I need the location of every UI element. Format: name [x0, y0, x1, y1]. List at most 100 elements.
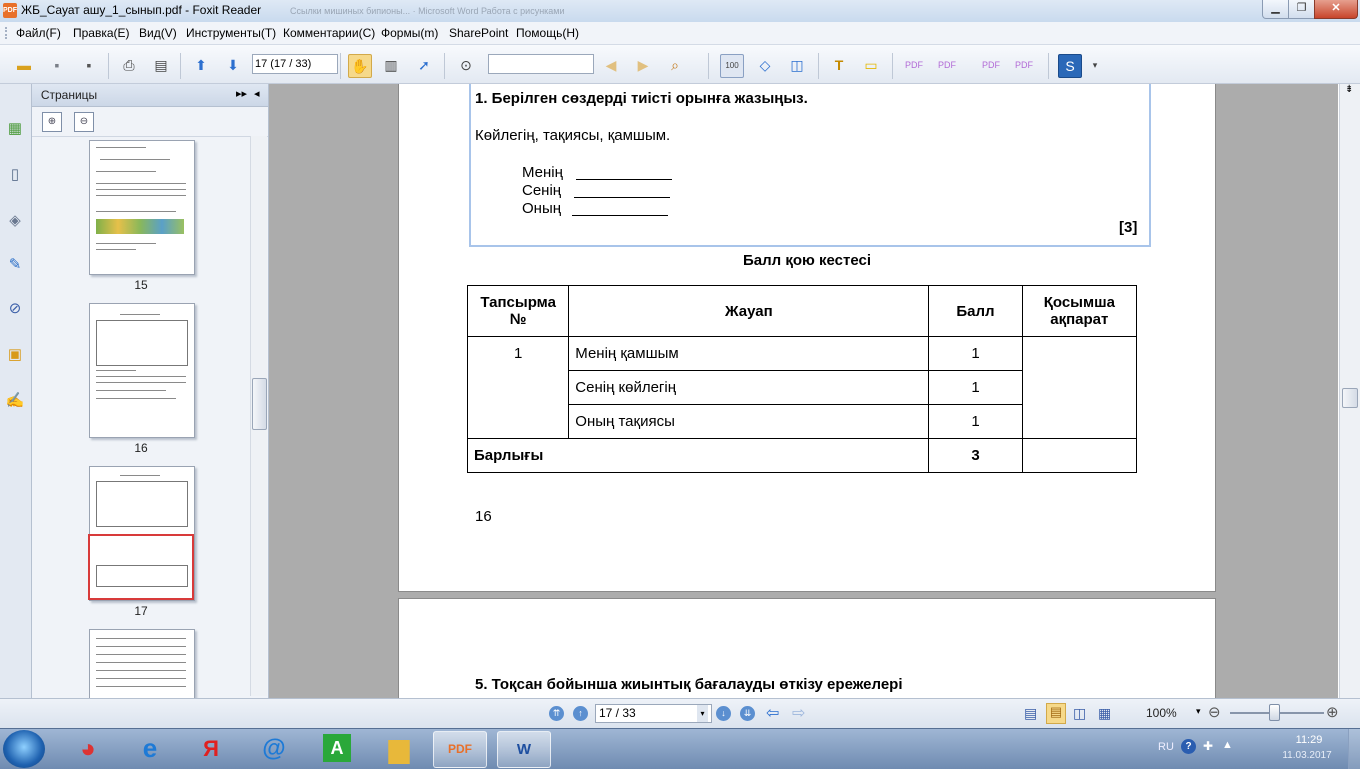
yandex-icon[interactable]: Я	[185, 731, 237, 766]
previous-page-icon[interactable]: ↑	[573, 706, 588, 721]
show-desktop-button[interactable]	[1348, 729, 1360, 769]
create-pdf-icon[interactable]: PDF	[903, 54, 925, 76]
toolbar-separator	[444, 53, 445, 79]
single-page-icon[interactable]: ▤	[1024, 705, 1037, 722]
a-app-icon[interactable]: А	[323, 734, 351, 762]
facing-page-icon[interactable]: ◫	[1073, 705, 1086, 722]
foxit-app-icon[interactable]: PDF	[3, 3, 17, 18]
comments-panel-icon[interactable]: ✎	[5, 254, 25, 276]
go-back-icon[interactable]: ⇦	[766, 703, 779, 723]
zoom-level[interactable]: 100%	[1146, 706, 1177, 720]
open-folder-icon[interactable]: ▬	[13, 54, 35, 76]
convert-pdf-icon[interactable]: PDF	[936, 54, 958, 76]
page-number-field[interactable]: 17 (17 / 33)	[252, 54, 338, 74]
page-thumbnail-18[interactable]	[89, 629, 195, 700]
next-page-icon[interactable]: ⬇	[222, 54, 244, 76]
last-page-icon[interactable]: ⇊	[740, 706, 755, 721]
reduce-thumbnail-icon[interactable]: ⊖	[74, 112, 94, 132]
zoom-out-icon[interactable]: ⊖	[1208, 703, 1221, 721]
word-list: Көйлегің, тақиясы, қамшым.	[475, 127, 671, 144]
zoom-dropdown-icon[interactable]: ▾	[1196, 706, 1201, 717]
signature-icon[interactable]: ✍	[5, 390, 25, 412]
previous-page-icon[interactable]: ⬆	[190, 54, 212, 76]
select-text-icon[interactable]: ▥	[380, 54, 402, 76]
document-scroll-thumb[interactable]	[1342, 388, 1358, 408]
pdf-tools-icon[interactable]: PDF	[1013, 54, 1035, 76]
close-button[interactable]: ✕	[1314, 0, 1358, 19]
menu-forms[interactable]: Формы(m)	[381, 26, 438, 40]
typewriter-icon[interactable]: T	[828, 54, 850, 76]
security-lock-icon[interactable]: ▣	[5, 344, 25, 366]
menu-file[interactable]: Файл(F)	[16, 26, 61, 40]
layers-icon[interactable]: ◈	[5, 210, 25, 232]
word-taskbar-icon[interactable]: W	[497, 731, 551, 768]
pages-panel-scroll-thumb[interactable]	[252, 378, 267, 430]
print-icon[interactable]: ⎙	[118, 54, 140, 76]
panel-title: Страницы	[40, 88, 98, 102]
enlarge-thumbnail-icon[interactable]: ⊕	[42, 112, 62, 132]
chrome-icon[interactable]: ◕	[62, 731, 114, 766]
hand-tool-icon[interactable]: ✋	[348, 54, 372, 78]
fit-page-icon[interactable]: ◇	[754, 54, 776, 76]
first-page-icon[interactable]: ⇈	[549, 706, 564, 721]
internet-explorer-icon[interactable]: e	[124, 731, 176, 766]
clock-time[interactable]: 11:29	[1280, 734, 1338, 746]
foxit-reader-taskbar-icon[interactable]: PDF	[433, 731, 487, 768]
page-thumbnail-16[interactable]	[89, 303, 195, 438]
attachments-icon[interactable]: ⊘	[5, 298, 25, 320]
expand-panel-icon[interactable]: ▸▸	[236, 87, 247, 100]
find-field[interactable]	[488, 54, 594, 74]
sharepoint-icon[interactable]: S	[1058, 54, 1082, 78]
page-thumbnail-15[interactable]	[89, 140, 195, 275]
find-next-icon[interactable]: ▶	[632, 54, 654, 76]
continuous-facing-icon[interactable]: ▦	[1098, 705, 1111, 722]
menu-comments[interactable]: Комментарии(C)	[283, 26, 375, 40]
select-arrow-icon[interactable]: ➚	[413, 54, 435, 76]
next-page-icon[interactable]: ↓	[716, 706, 731, 721]
start-button[interactable]	[3, 730, 45, 768]
score-cell: 1	[928, 404, 1023, 439]
zoom-in-icon[interactable]: ⊕	[1326, 703, 1339, 721]
mail-agent-icon[interactable]: @	[248, 731, 300, 766]
save-as-icon[interactable]: ▪	[78, 54, 100, 76]
bookmarks-icon[interactable]: ▦	[5, 118, 25, 140]
fill-line-label: Менің	[522, 164, 563, 181]
chevron-down-icon[interactable]: ▾	[1084, 54, 1106, 76]
network-icon[interactable]: ✚	[1203, 739, 1213, 753]
page-number: 16	[475, 508, 492, 525]
split-handle-icon[interactable]: ⇟	[1345, 84, 1353, 95]
help-tray-icon[interactable]: ?	[1181, 739, 1196, 754]
properties-icon[interactable]: ▤	[150, 54, 172, 76]
file-explorer-icon[interactable]: ▆	[373, 731, 425, 766]
menu-tools[interactable]: Инструменты(T)	[186, 26, 276, 40]
export-pdf-icon[interactable]: PDF	[980, 54, 1002, 76]
go-forward-icon[interactable]: ⇨	[792, 703, 805, 723]
menu-help[interactable]: Помощь(H)	[516, 26, 579, 40]
status-page-field[interactable]: 17 / 33	[595, 704, 712, 723]
note-comment-icon[interactable]: ▭	[860, 54, 882, 76]
collapse-panel-icon[interactable]: ◂	[254, 87, 260, 100]
continuous-page-icon[interactable]: ▤	[1046, 703, 1066, 724]
save-icon[interactable]: ▪	[46, 54, 68, 76]
maximize-button[interactable]: ❐	[1288, 0, 1315, 19]
show-hidden-icons-icon[interactable]: ▲	[1222, 739, 1233, 751]
task-heading: 1. Берілген сөздерді тиісті орынға жазың…	[475, 90, 808, 107]
clock-date[interactable]: 11.03.2017	[1272, 750, 1342, 761]
menu-edit[interactable]: Правка(E)	[73, 26, 130, 40]
pages-panel-scrollbar[interactable]	[250, 136, 267, 696]
page-dropdown-icon[interactable]: ▾	[697, 705, 708, 722]
find-binoculars-icon[interactable]: ⊙	[455, 54, 477, 76]
find-options-icon[interactable]: ⌕	[664, 54, 686, 76]
find-previous-icon[interactable]: ◀	[600, 54, 622, 76]
minimize-button[interactable]: ▁	[1262, 0, 1289, 19]
document-view[interactable]: 1. Берілген сөздерді тиісті орынға жазың…	[269, 84, 1338, 698]
zoom-slider-knob[interactable]	[1269, 704, 1280, 721]
pages-icon[interactable]: ▯	[5, 164, 25, 186]
document-scrollbar[interactable]: ⇟	[1339, 84, 1360, 698]
fit-width-icon[interactable]: ◫	[786, 54, 808, 76]
keyboard-language[interactable]: RU	[1158, 741, 1174, 753]
actual-size-icon[interactable]: 100	[720, 54, 744, 78]
menu-view[interactable]: Вид(V)	[139, 26, 177, 40]
pages-panel: Страницы ▸▸ ◂ ⊕ ⊖ 15 16 17	[32, 84, 269, 700]
menu-sharepoint[interactable]: SharePoint	[449, 26, 508, 40]
